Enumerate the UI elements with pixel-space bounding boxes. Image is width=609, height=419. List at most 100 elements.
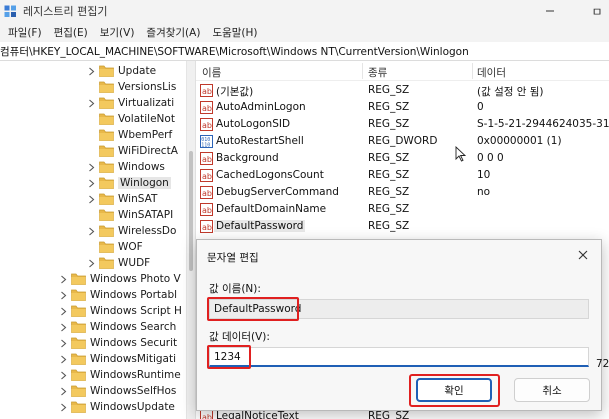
chevron-right-icon[interactable]	[86, 255, 96, 271]
value-row[interactable]: ab (기본값) REG_SZ (값 설정 안 됨)	[196, 82, 609, 99]
value-type: REG_SZ	[368, 169, 410, 181]
tree-item-label: WinSATAPI	[118, 209, 174, 221]
tree-item[interactable]: WinSAT	[86, 191, 157, 207]
folder-icon	[99, 97, 114, 109]
folder-icon	[99, 65, 114, 77]
tree-item[interactable]: WindowsSelfHos	[58, 383, 176, 399]
chevron-right-icon[interactable]	[58, 287, 68, 303]
value-row[interactable]: ab Background REG_SZ 0 0 0	[196, 150, 609, 167]
tree-item[interactable]: VersionsLis	[86, 79, 176, 95]
maximize-button[interactable]: ㅁ	[580, 0, 609, 22]
value-data-overflow: 72)	[596, 358, 609, 370]
column-header-type[interactable]: 종류	[368, 65, 387, 80]
tree-item[interactable]: VolatileNot	[86, 111, 175, 127]
chevron-right-icon[interactable]	[58, 271, 68, 287]
value-type: REG_SZ	[368, 203, 410, 215]
svg-text:ab: ab	[202, 155, 212, 164]
chevron-right-icon[interactable]	[58, 319, 68, 335]
menu-edit[interactable]: 편집(E)	[48, 25, 94, 40]
tree-item[interactable]: Windows Securit	[58, 335, 177, 351]
address-bar[interactable]: 컴퓨터\HKEY_LOCAL_MACHINE\SOFTWARE\Microsof…	[0, 42, 609, 61]
value-row[interactable]: ab DefaultDomainName REG_SZ	[196, 201, 609, 218]
svg-text:ab: ab	[202, 104, 212, 113]
value-name: AutoAdminLogon	[216, 101, 306, 113]
value-row[interactable]: ab DefaultPassword REG_SZ	[196, 218, 609, 235]
value-row[interactable]: 010 110 AutoRestartShell REG_DWORD 0x0000000…	[196, 133, 609, 150]
tree-item[interactable]: Windows Script H	[58, 303, 182, 319]
column-divider[interactable]	[472, 63, 473, 79]
chevron-right-icon[interactable]	[86, 223, 96, 239]
tree-item[interactable]: Windows	[86, 159, 165, 175]
column-header-data[interactable]: 데이터	[477, 65, 506, 80]
tree-item[interactable]: Winlogon	[86, 175, 171, 191]
chevron-right-icon[interactable]	[86, 191, 96, 207]
chevron-right-icon[interactable]	[58, 351, 68, 367]
tree-item[interactable]: WindowsRuntime	[58, 367, 181, 383]
cancel-button[interactable]: 취소	[514, 378, 590, 402]
tree-item[interactable]: Windows Portabl	[58, 287, 177, 303]
value-row[interactable]: ab AutoLogonSID REG_SZ S-1-5-21-2944624035-…	[196, 116, 609, 133]
address-path[interactable]: 컴퓨터\HKEY_LOCAL_MACHINE\SOFTWARE\Microsof…	[0, 44, 469, 59]
tree-item-label: WindowsSelfHos	[90, 385, 177, 397]
tree-item[interactable]: WiFiDirectA	[86, 143, 178, 159]
chevron-right-icon[interactable]	[58, 303, 68, 319]
menu-view[interactable]: 보기(V)	[94, 25, 141, 40]
value-type: REG_DWORD	[368, 135, 438, 147]
tree-item-label: WbemPerf	[118, 129, 173, 141]
tree-item-label: WindowsUpdate	[90, 401, 175, 413]
chevron-right-icon[interactable]	[86, 159, 96, 175]
ok-button[interactable]: 확인	[416, 378, 492, 402]
tree-item[interactable]: Windows Photo V	[58, 271, 181, 287]
tree-item-label: WiFiDirectA	[118, 145, 178, 157]
tree-item[interactable]: WUDF	[86, 255, 150, 271]
column-header-name[interactable]: 이름	[202, 65, 221, 80]
tree-item-label: Windows Securit	[90, 337, 178, 349]
string-value-icon: ab	[200, 220, 213, 233]
chevron-right-icon[interactable]	[58, 367, 68, 383]
string-value-icon: ab	[200, 101, 213, 114]
svg-text:ab: ab	[202, 172, 212, 181]
value-data-input[interactable]: 1234	[209, 347, 589, 367]
chevron-right-icon[interactable]	[86, 175, 96, 191]
chevron-right-icon[interactable]	[86, 63, 96, 79]
tree-item[interactable]: WOF	[86, 239, 143, 255]
menu-favorites[interactable]: 즐겨찾기(A)	[140, 25, 206, 40]
value-row[interactable]: ab DebugServerCommand REG_SZ no	[196, 184, 609, 201]
tree-scrollbar-thumb[interactable]	[189, 151, 193, 271]
value-row[interactable]: ab AutoAdminLogon REG_SZ 0	[196, 99, 609, 116]
folder-icon	[99, 257, 114, 269]
dialog-close-button[interactable]	[575, 247, 591, 263]
tree-item[interactable]: WbemPerf	[86, 127, 172, 143]
menu-file[interactable]: 파일(F)	[2, 25, 48, 40]
menu-help[interactable]: 도움말(H)	[206, 25, 263, 40]
menu-bar: 파일(F) 편집(E) 보기(V) 즐겨찾기(A) 도움말(H)	[0, 22, 609, 42]
chevron-right-icon[interactable]	[86, 95, 96, 111]
tree-item[interactable]: WindowsUpdate	[58, 399, 175, 415]
minimize-button[interactable]	[533, 0, 567, 22]
key-tree[interactable]: Update VersionsLis Virtualizati VolatileNot…	[0, 61, 186, 419]
value-type: REG_SZ	[368, 118, 410, 130]
tree-item-label: WinSAT	[118, 193, 158, 205]
column-divider[interactable]	[362, 63, 363, 79]
tree-item[interactable]: WindowsMitigati	[58, 351, 176, 367]
tree-item[interactable]: WirelessDo	[86, 223, 176, 239]
value-type: REG_SZ	[368, 84, 410, 96]
chevron-right-icon[interactable]	[58, 399, 68, 415]
tree-scrollbar[interactable]	[186, 61, 195, 419]
tree-item[interactable]: Virtualizati	[86, 95, 174, 111]
tree-item-label: Windows Script H	[90, 305, 182, 317]
string-value-icon: ab	[200, 186, 213, 199]
tree-item[interactable]: WinSATAPI	[86, 207, 173, 223]
chevron-right-icon[interactable]	[58, 383, 68, 399]
edit-string-dialog: 문자열 편집 값 이름(N): DefaultPassword 값 데이터(V)…	[196, 239, 602, 411]
value-name: DefaultPassword	[214, 220, 306, 232]
tree-item[interactable]: Windows Search	[58, 319, 176, 335]
tree-item-label: Virtualizati	[118, 97, 175, 109]
tree-item[interactable]: Update	[86, 63, 156, 79]
regedit-icon	[4, 5, 17, 18]
chevron-right-icon[interactable]	[58, 335, 68, 351]
value-row[interactable]: ab CachedLogonsCount REG_SZ 10	[196, 167, 609, 184]
